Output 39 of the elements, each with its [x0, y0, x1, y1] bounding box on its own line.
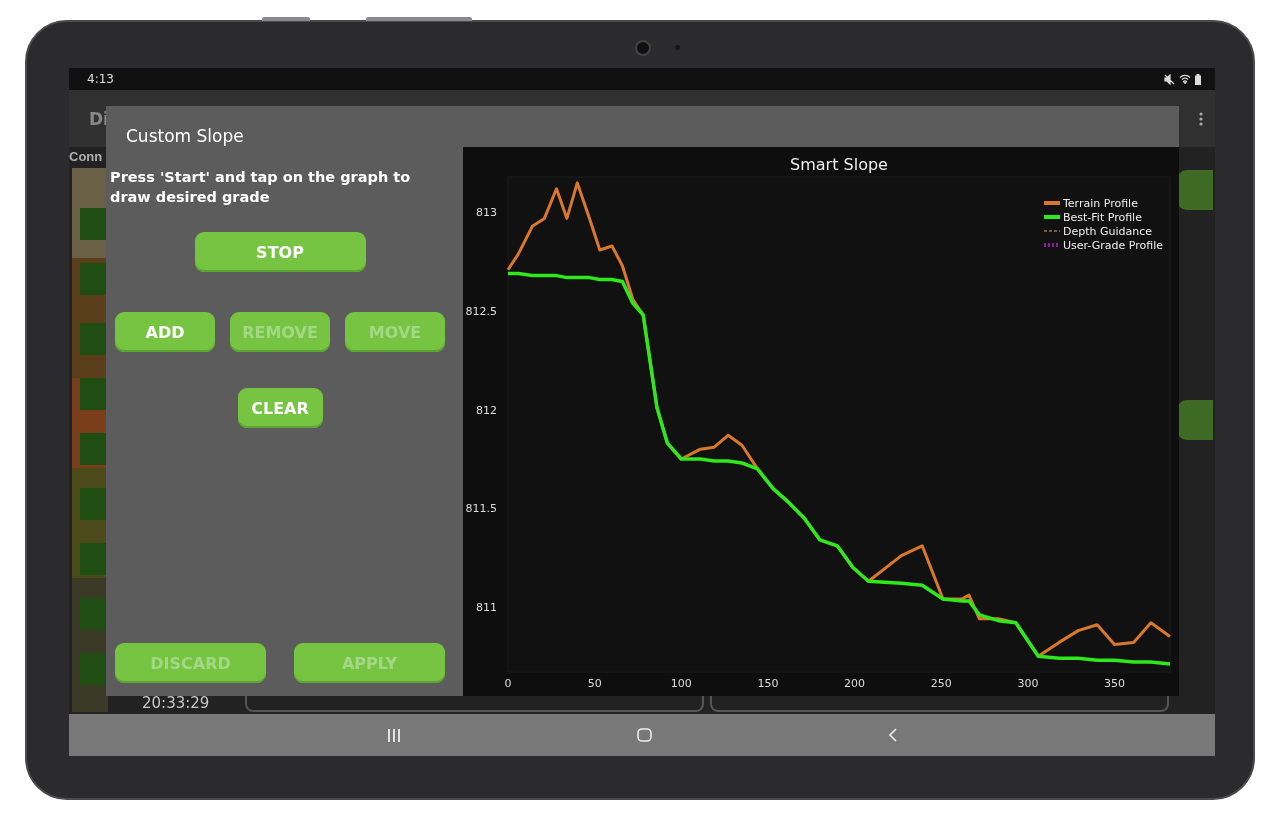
back-icon[interactable]	[888, 728, 897, 742]
side-button[interactable]	[1177, 400, 1213, 440]
mute-icon	[1164, 73, 1175, 85]
legend-label: Best-Fit Profile	[1063, 211, 1142, 224]
x-tick-label: 150	[757, 677, 779, 690]
sensor-icon	[675, 45, 680, 50]
y-tick-label: 812.5	[465, 305, 497, 319]
side-button[interactable]	[1177, 170, 1213, 210]
timestamp: 20:33:29	[142, 695, 210, 712]
y-tick-label: 813	[476, 206, 497, 220]
y-tick-label: 811.5	[465, 502, 497, 516]
chart-title: Smart Slope	[790, 155, 888, 174]
y-tick-label: 811	[476, 600, 497, 614]
battery-icon	[1195, 73, 1201, 85]
x-tick-label: 200	[844, 677, 866, 690]
home-icon[interactable]	[637, 728, 652, 742]
x-tick-label: 300	[1017, 677, 1039, 690]
legend-label: Terrain Profile	[1063, 197, 1138, 210]
x-tick-label: 50	[587, 677, 602, 690]
side-key	[262, 17, 310, 21]
camera-icon	[635, 40, 651, 56]
action-button[interactable]: ADD	[115, 312, 215, 352]
action-button[interactable]: STOP	[194, 232, 366, 272]
dialog-title: Custom Slope	[125, 125, 245, 147]
clock: 4:13	[87, 72, 114, 86]
recent-apps-icon[interactable]	[387, 728, 401, 742]
x-tick-label: 100	[670, 677, 692, 690]
wifi-icon	[1179, 74, 1191, 84]
x-tick-label: 0	[504, 677, 512, 690]
x-tick-label: 350	[1104, 677, 1126, 690]
x-tick-label: 250	[930, 677, 952, 690]
instructions: Press 'Start' and tap on the graph to draw desired grade	[110, 168, 412, 207]
action-button[interactable]: CLEAR	[237, 388, 323, 428]
y-tick-label: 812	[476, 403, 497, 417]
legend-label: Depth Guidance	[1063, 225, 1153, 238]
legend-label: User-Grade Profile	[1063, 239, 1163, 252]
chart-panel[interactable]: Smart Slope 811 811.5 812 812.5 813 0 50 100 150 200 250 300 350 Terrain Profile Best-Fit Profile Depth Guidance User-Grade Profile	[463, 147, 1179, 696]
section-label: Conn	[69, 149, 103, 164]
menu-icon[interactable]	[1199, 111, 1203, 126]
